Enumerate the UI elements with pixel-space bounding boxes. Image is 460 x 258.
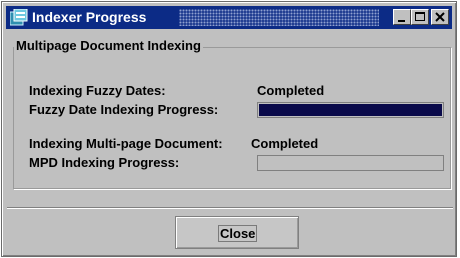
fuzzy-dates-label: Indexing Fuzzy Dates: <box>29 83 166 98</box>
close-window-button[interactable] <box>431 9 449 25</box>
group-title: Multipage Document Indexing <box>14 38 203 54</box>
window-title: Indexer Progress <box>32 9 147 25</box>
close-button-label: Close <box>218 225 258 242</box>
maximize-icon <box>415 12 425 21</box>
fuzzy-date-progress-fill <box>259 104 442 116</box>
fuzzy-dates-status: Completed <box>257 83 325 98</box>
title-bar-texture <box>179 9 379 26</box>
fuzzy-progress-label: Fuzzy Date Indexing Progress: <box>29 102 219 117</box>
mpd-label: Indexing Multi-page Document: <box>29 136 223 151</box>
close-icon <box>435 12 445 22</box>
mpd-status: Completed <box>251 136 319 151</box>
fuzzy-date-progress-bar <box>257 102 444 118</box>
footer-separator <box>7 207 453 209</box>
mpd-progress-bar <box>257 155 444 171</box>
title-bar[interactable]: Indexer Progress <box>6 6 452 29</box>
maximize-button[interactable] <box>411 9 429 25</box>
mpd-progress-label: MPD Indexing Progress: <box>29 155 180 170</box>
minimize-icon <box>398 20 405 22</box>
close-button[interactable]: Close <box>175 216 299 249</box>
indexer-progress-window: Indexer Progress Multipage Document Inde… <box>1 1 457 257</box>
app-icon <box>9 8 28 26</box>
minimize-button[interactable] <box>393 9 411 25</box>
